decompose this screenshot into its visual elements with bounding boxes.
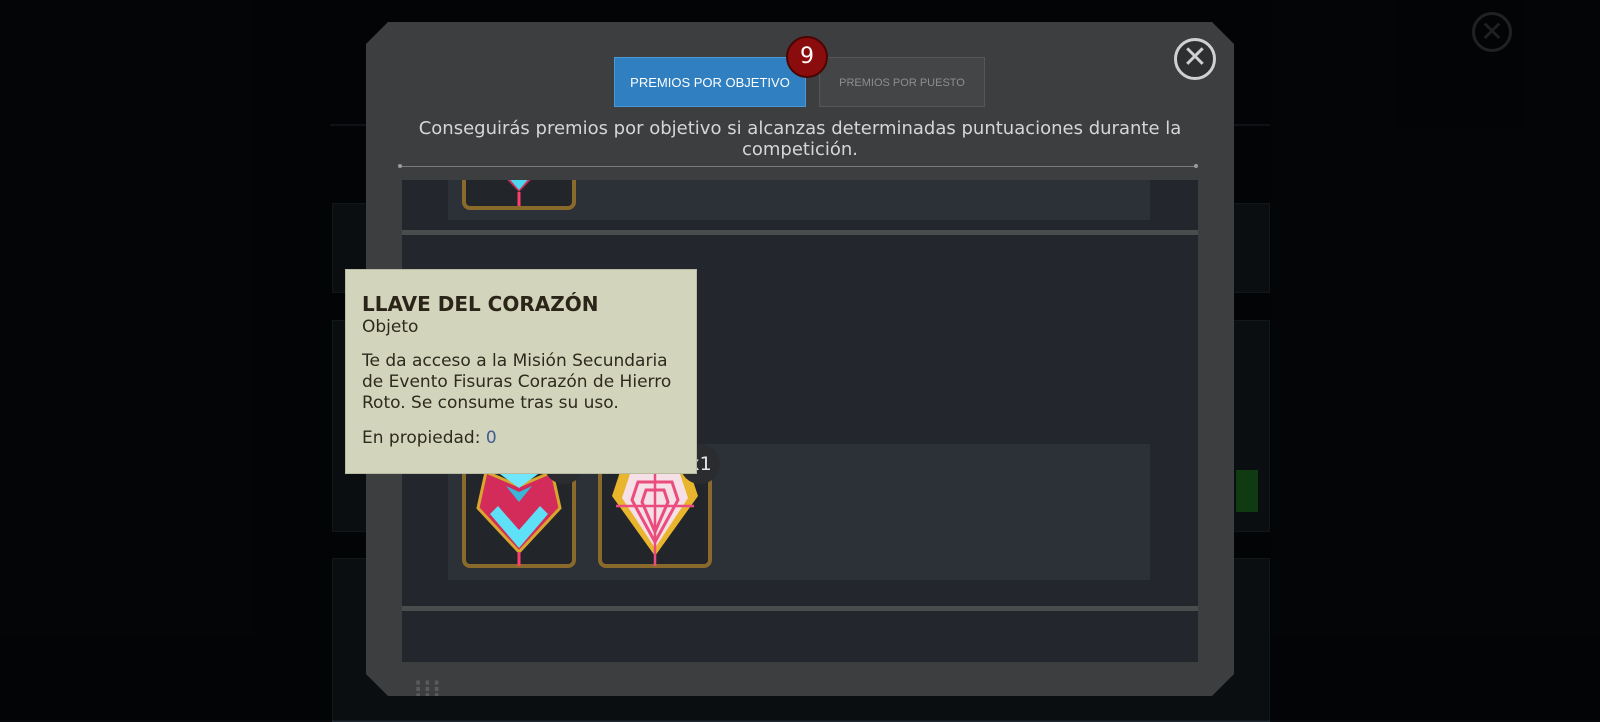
tab-position-rewards[interactable]: PREMIOS POR PUESTO [819, 57, 985, 107]
tooltip-description: Te da acceso a la Misión Secundaria de E… [362, 351, 672, 413]
heart-key-icon [462, 180, 576, 210]
tooltip-owned: En propiedad: 0 [362, 428, 680, 448]
tooltip-subtitle: Objeto [362, 317, 419, 337]
owned-value: 0 [485, 428, 497, 448]
row-separator [402, 606, 1198, 611]
rewards-description: Conseguirás premios por objetivo si alca… [418, 118, 1182, 160]
reward-item[interactable] [460, 180, 578, 212]
close-icon[interactable]: ✕ [1174, 38, 1216, 80]
owned-label: En propiedad: [362, 428, 481, 448]
tab-objective-rewards[interactable]: PREMIOS POR OBJETIVO [614, 57, 806, 107]
row-separator [402, 230, 1198, 235]
item-tooltip: LLAVE DEL CORAZÓN Objeto Te da acceso a … [345, 269, 697, 474]
notification-badge: 9 [786, 36, 828, 78]
tooltip-title: LLAVE DEL CORAZÓN [362, 292, 599, 316]
divider [398, 164, 1198, 168]
